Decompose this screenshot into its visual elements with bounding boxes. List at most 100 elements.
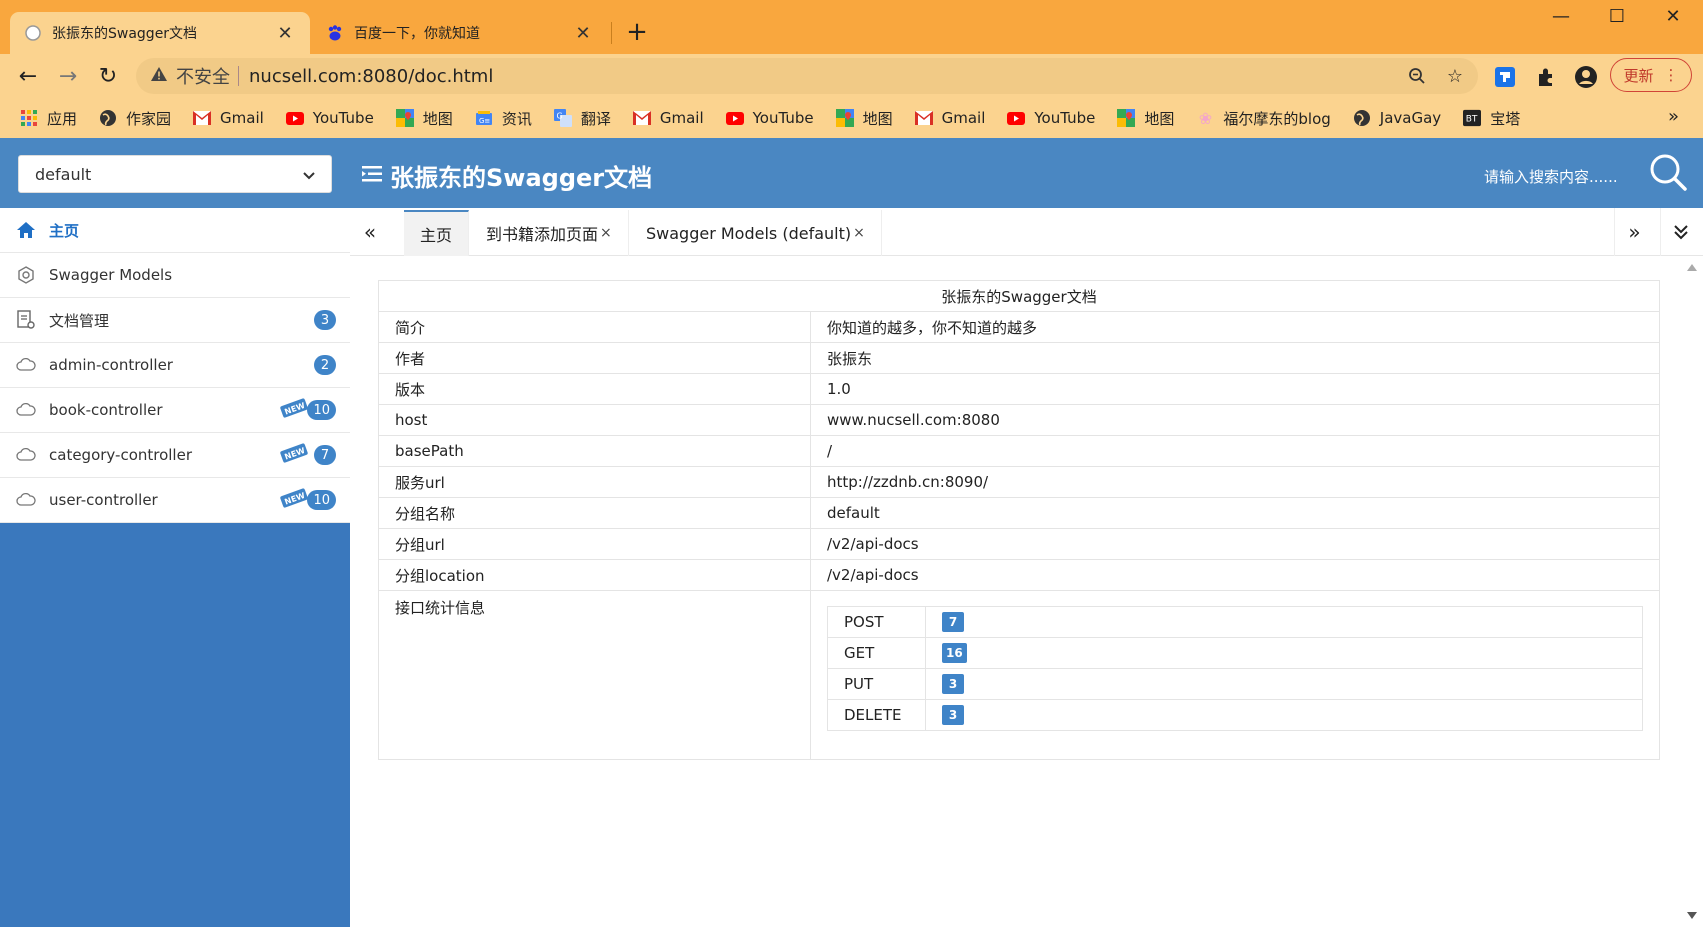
news-icon: G≡ bbox=[475, 109, 493, 127]
group-select-value: default bbox=[35, 164, 92, 184]
address-bar[interactable]: 不安全 nucsell.com:8080/doc.html ☆ bbox=[136, 58, 1478, 94]
info-key: basePath bbox=[378, 435, 811, 467]
puzzle-extensions-icon[interactable] bbox=[1533, 64, 1559, 90]
group-select[interactable]: default bbox=[18, 155, 332, 193]
sidebar-item-home[interactable]: 主页 bbox=[0, 208, 350, 253]
youtube-icon bbox=[1007, 109, 1026, 127]
scroll-up-arrow-icon[interactable] bbox=[1687, 264, 1697, 271]
bookmark-item[interactable]: 应用 bbox=[20, 108, 77, 129]
scroll-down-arrow-icon[interactable] bbox=[1687, 912, 1697, 919]
tab-separator bbox=[611, 22, 612, 44]
back-button[interactable]: ← bbox=[12, 60, 44, 92]
bookmark-item[interactable]: JavaGay bbox=[1353, 109, 1441, 127]
svg-text:G: G bbox=[556, 112, 562, 121]
sidebar-item-label: 主页 bbox=[49, 221, 80, 240]
close-icon[interactable]: × bbox=[853, 225, 865, 241]
vertical-scrollbar[interactable] bbox=[1681, 256, 1703, 927]
warning-icon[interactable] bbox=[150, 66, 170, 87]
sidebar-item-category-controller[interactable]: category-controller NEW 7 bbox=[0, 433, 350, 478]
tab-label: Swagger Models (default) bbox=[646, 223, 852, 243]
apps-grid-icon bbox=[20, 109, 38, 127]
cloud-icon bbox=[16, 400, 36, 420]
bookmark-item[interactable]: YouTube bbox=[1007, 109, 1095, 127]
table-row: host www.nucsell.com:8080 bbox=[378, 404, 1660, 436]
minimize-button[interactable]: — bbox=[1536, 6, 1586, 32]
method-count-badge: 3 bbox=[942, 705, 964, 725]
app-header: default 张振东的Swagger文档 请输入搜索内容...... bbox=[0, 138, 1703, 208]
maximize-button[interactable]: ☐ bbox=[1592, 6, 1642, 32]
stats-row: GET 16 bbox=[827, 637, 1643, 669]
browser-tabstrip: 张振东的Swagger文档 ✕ 百度一下，你就知道 ✕ + — ☐ ✕ bbox=[0, 0, 1703, 54]
search-icon[interactable] bbox=[1648, 152, 1688, 192]
bookmark-item[interactable]: YouTube bbox=[725, 109, 814, 127]
bookmark-item[interactable]: 作家园 bbox=[99, 108, 171, 129]
forward-button[interactable]: → bbox=[52, 60, 84, 92]
double-chevron-down-icon bbox=[1673, 225, 1688, 240]
bookmark-item[interactable]: Gmail bbox=[914, 109, 985, 127]
sidebar-item-swagger-models[interactable]: Swagger Models bbox=[0, 253, 350, 298]
bookmark-item[interactable]: 地图 bbox=[835, 108, 893, 129]
insecure-label[interactable]: 不安全 bbox=[176, 63, 230, 89]
bookmark-item[interactable]: YouTube bbox=[285, 109, 374, 127]
tab-home[interactable]: 主页 bbox=[404, 210, 470, 256]
browser-tab-swagger[interactable]: 张振东的Swagger文档 ✕ bbox=[10, 12, 310, 54]
bookmark-item[interactable]: 地图 bbox=[1117, 108, 1174, 129]
count-badge: 7 bbox=[314, 445, 336, 465]
youtube-icon bbox=[285, 109, 304, 127]
close-window-button[interactable]: ✕ bbox=[1648, 6, 1698, 32]
kebab-menu-icon[interactable]: ⋮ bbox=[1664, 66, 1679, 84]
close-icon[interactable]: × bbox=[600, 225, 612, 241]
info-value: POST 7 GET 16 PUT 3 DELETE 3 bbox=[810, 590, 1660, 760]
profile-avatar-icon[interactable] bbox=[1573, 64, 1599, 90]
table-row: 分组url/v2/api-docs bbox=[378, 528, 1660, 560]
table-row: 分组名称 default bbox=[378, 497, 1660, 529]
info-key: 版本 bbox=[378, 373, 811, 405]
tab-add-book-page[interactable]: 到书籍添加页面 × bbox=[470, 210, 629, 256]
tabs-scroll-left-button[interactable]: « bbox=[350, 208, 390, 256]
doc-info-title: 张振东的Swagger文档 bbox=[378, 280, 1660, 312]
bookmark-item[interactable]: Gmail bbox=[193, 109, 264, 127]
sidebar-item-label: category-controller bbox=[49, 446, 192, 464]
table-row: 简介 你知道的越多，你不知道的越多 bbox=[378, 311, 1660, 343]
bookmark-item[interactable]: G≡ 资讯 bbox=[475, 108, 532, 129]
count-badge: 2 bbox=[314, 355, 336, 375]
sidebar-item-label: user-controller bbox=[49, 491, 158, 509]
bookmarks-overflow-button[interactable]: » bbox=[1668, 106, 1679, 127]
sidebar-item-book-controller[interactable]: book-controller NEW 10 bbox=[0, 388, 350, 433]
bookmark-item[interactable]: ❀ 福尔摩东的blog bbox=[1196, 108, 1331, 129]
address-divider bbox=[238, 66, 239, 86]
main-content: « 主页 到书籍添加页面 × Swagger Models (default) … bbox=[350, 208, 1703, 927]
reload-button[interactable]: ↻ bbox=[92, 60, 124, 92]
sidebar-item-user-controller[interactable]: user-controller NEW 10 bbox=[0, 478, 350, 523]
url-text[interactable]: nucsell.com:8080/doc.html bbox=[249, 66, 493, 87]
globe-icon bbox=[1353, 109, 1371, 127]
tabs-scroll-right-button[interactable]: » bbox=[1614, 208, 1654, 256]
search-input[interactable]: 请输入搜索内容...... bbox=[1484, 166, 1618, 187]
sidebar-item-doc-management[interactable]: 文档管理 3 bbox=[0, 298, 350, 343]
tabs-menu-button[interactable] bbox=[1660, 208, 1700, 256]
sidebar-item-admin-controller[interactable]: admin-controller 2 bbox=[0, 343, 350, 388]
maps-icon bbox=[835, 109, 854, 127]
close-tab-icon[interactable]: ✕ bbox=[274, 23, 296, 44]
tab-swagger-models[interactable]: Swagger Models (default) × bbox=[630, 210, 882, 256]
zoom-icon[interactable] bbox=[1402, 64, 1432, 88]
bookmark-item[interactable]: Gmail bbox=[632, 109, 704, 127]
doc-info-table: 张振东的Swagger文档 简介 你知道的越多，你不知道的越多 作者 张振东 版本 1… bbox=[378, 280, 1660, 760]
bookmark-item[interactable]: 地图 bbox=[395, 108, 453, 129]
star-bookmark-icon[interactable]: ☆ bbox=[1440, 64, 1470, 88]
update-button[interactable]: 更新 ⋮ bbox=[1610, 58, 1692, 92]
count-badge: 10 bbox=[307, 490, 336, 510]
cloud-icon bbox=[16, 355, 36, 375]
sidebar-item-label: 文档管理 bbox=[49, 311, 110, 330]
extension-icon[interactable] bbox=[1492, 64, 1518, 90]
api-stats-table: POST 7 GET 16 PUT 3 DELETE 3 bbox=[827, 606, 1643, 731]
new-tab-button[interactable]: + bbox=[620, 17, 654, 47]
stats-row: DELETE 3 bbox=[827, 699, 1643, 731]
table-row: 分组location/v2/api-docs bbox=[378, 559, 1660, 591]
menu-fold-icon[interactable] bbox=[362, 162, 384, 190]
bookmark-item[interactable]: G 翻译 bbox=[553, 108, 611, 129]
browser-tab-baidu[interactable]: 百度一下，你就知道 ✕ bbox=[312, 12, 608, 54]
models-icon bbox=[16, 265, 36, 285]
bookmark-item[interactable]: BT 宝塔 bbox=[1463, 108, 1520, 129]
close-tab-icon[interactable]: ✕ bbox=[572, 23, 594, 44]
